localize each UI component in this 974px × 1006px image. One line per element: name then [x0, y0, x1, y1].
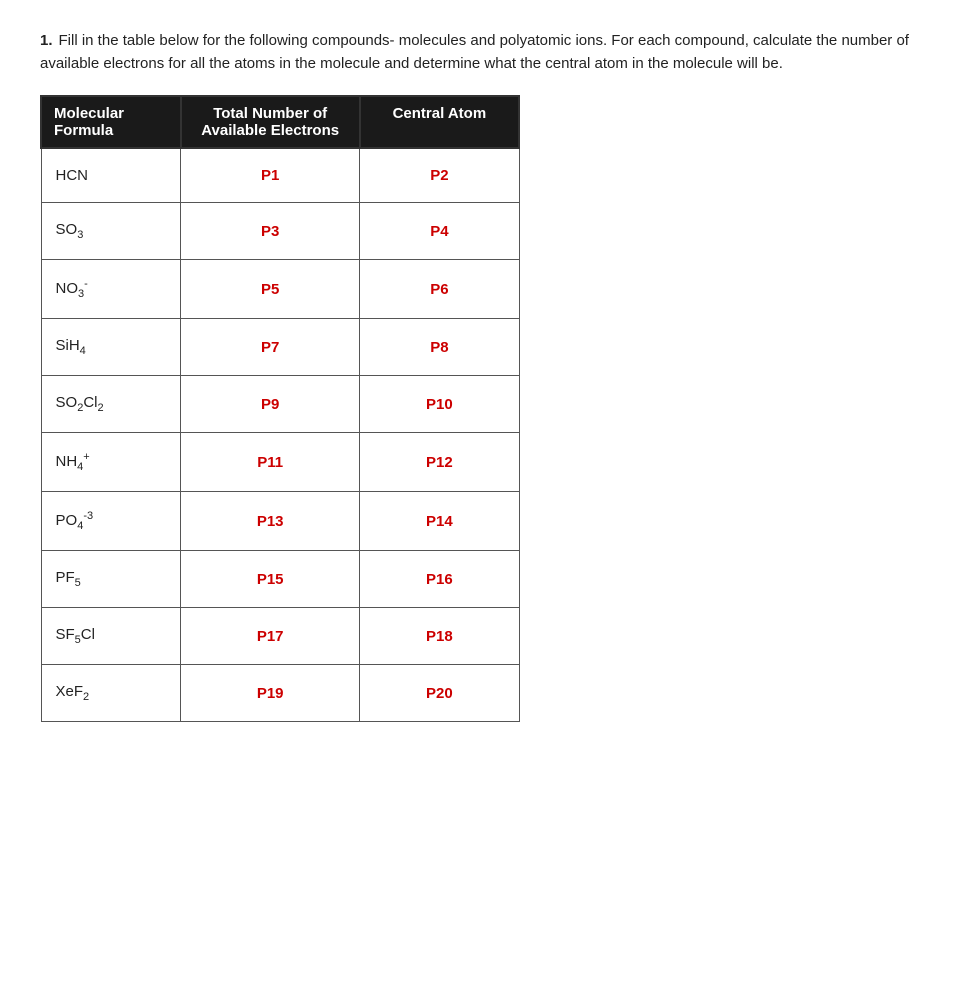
table-row: PO4-3P13P14 [41, 492, 519, 551]
header-electrons: Total Number of Available Electrons [181, 96, 360, 148]
instruction-number: 1. [40, 32, 53, 49]
cell-electrons: P19 [181, 665, 360, 722]
cell-central: P16 [360, 551, 519, 608]
instruction-text: Fill in the table below for the followin… [40, 32, 909, 72]
cell-formula: SO2Cl2 [41, 376, 181, 433]
cell-electrons: P9 [181, 376, 360, 433]
table-row: SiH4P7P8 [41, 319, 519, 376]
cell-central: P20 [360, 665, 519, 722]
table-header-row: Molecular Formula Total Number of Availa… [41, 96, 519, 148]
cell-formula: SiH4 [41, 319, 181, 376]
cell-electrons: P17 [181, 608, 360, 665]
cell-central: P10 [360, 376, 519, 433]
table-row: SO2Cl2P9P10 [41, 376, 519, 433]
chemistry-table: Molecular Formula Total Number of Availa… [40, 95, 520, 722]
cell-electrons: P11 [181, 433, 360, 492]
table-row: PF5P15P16 [41, 551, 519, 608]
cell-central: P18 [360, 608, 519, 665]
cell-formula: HCN [41, 148, 181, 203]
cell-central: P14 [360, 492, 519, 551]
cell-formula: PF5 [41, 551, 181, 608]
cell-formula: NO3- [41, 260, 181, 319]
cell-central: P6 [360, 260, 519, 319]
cell-central: P12 [360, 433, 519, 492]
cell-electrons: P1 [181, 148, 360, 203]
cell-formula: SF5Cl [41, 608, 181, 665]
cell-formula: NH4+ [41, 433, 181, 492]
header-central: Central Atom [360, 96, 519, 148]
cell-electrons: P3 [181, 203, 360, 260]
cell-formula: XeF2 [41, 665, 181, 722]
table-row: HCNP1P2 [41, 148, 519, 203]
table-row: SF5ClP17P18 [41, 608, 519, 665]
header-formula: Molecular Formula [41, 96, 181, 148]
cell-central: P8 [360, 319, 519, 376]
table-row: NO3-P5P6 [41, 260, 519, 319]
cell-formula: SO3 [41, 203, 181, 260]
cell-central: P4 [360, 203, 519, 260]
cell-central: P2 [360, 148, 519, 203]
cell-electrons: P7 [181, 319, 360, 376]
cell-formula: PO4-3 [41, 492, 181, 551]
instructions-block: 1.Fill in the table below for the follow… [40, 30, 934, 75]
cell-electrons: P5 [181, 260, 360, 319]
cell-electrons: P13 [181, 492, 360, 551]
cell-electrons: P15 [181, 551, 360, 608]
table-row: NH4+P11P12 [41, 433, 519, 492]
table-row: XeF2P19P20 [41, 665, 519, 722]
table-row: SO3P3P4 [41, 203, 519, 260]
